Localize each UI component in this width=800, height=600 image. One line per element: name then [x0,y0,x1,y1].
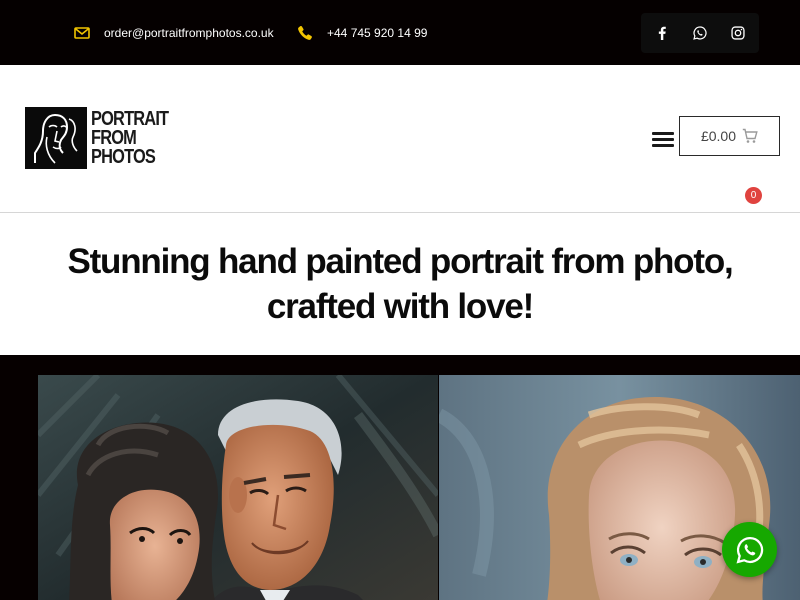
social-links [641,13,759,53]
whatsapp-chat-button[interactable] [722,522,777,577]
phone-contact[interactable]: +44 745 920 14 99 [297,0,427,65]
shopping-cart-icon [742,128,758,143]
instagram-icon[interactable] [723,18,753,48]
whatsapp-icon[interactable] [685,18,715,48]
email-contact[interactable]: order@portraitfromphotos.co.uk [74,0,274,65]
hamburger-menu-icon[interactable] [652,129,674,149]
hero-title: Stunning hand painted portrait from phot… [67,242,733,326]
cart-amount: £0.00 [700,128,737,144]
cart-count-badge: 0 [745,187,762,204]
portrait-logo-icon [25,107,87,169]
envelope-icon [74,26,90,39]
couple-portrait-painting[interactable] [38,375,438,600]
email-text[interactable]: order@portraitfromphotos.co.uk [104,26,274,40]
hero-section: Stunning hand painted portrait from phot… [0,213,800,355]
cart-button[interactable]: £0.00 [679,116,780,156]
facebook-icon[interactable] [647,18,677,48]
site-logo[interactable]: PORTRAIT FROM PHOTOS [25,107,185,169]
phone-text[interactable]: +44 745 920 14 99 [327,26,427,40]
portrait-gallery [0,355,800,600]
phone-icon [298,25,312,40]
site-header: PORTRAIT FROM PHOTOS £0.00 0 [0,65,800,213]
top-bar: order@portraitfromphotos.co.uk +44 745 9… [0,0,800,65]
whatsapp-icon [736,536,763,563]
logo-wordmark: PORTRAIT FROM PHOTOS [91,107,185,169]
logo-line-3: PHOTOS [91,145,156,168]
